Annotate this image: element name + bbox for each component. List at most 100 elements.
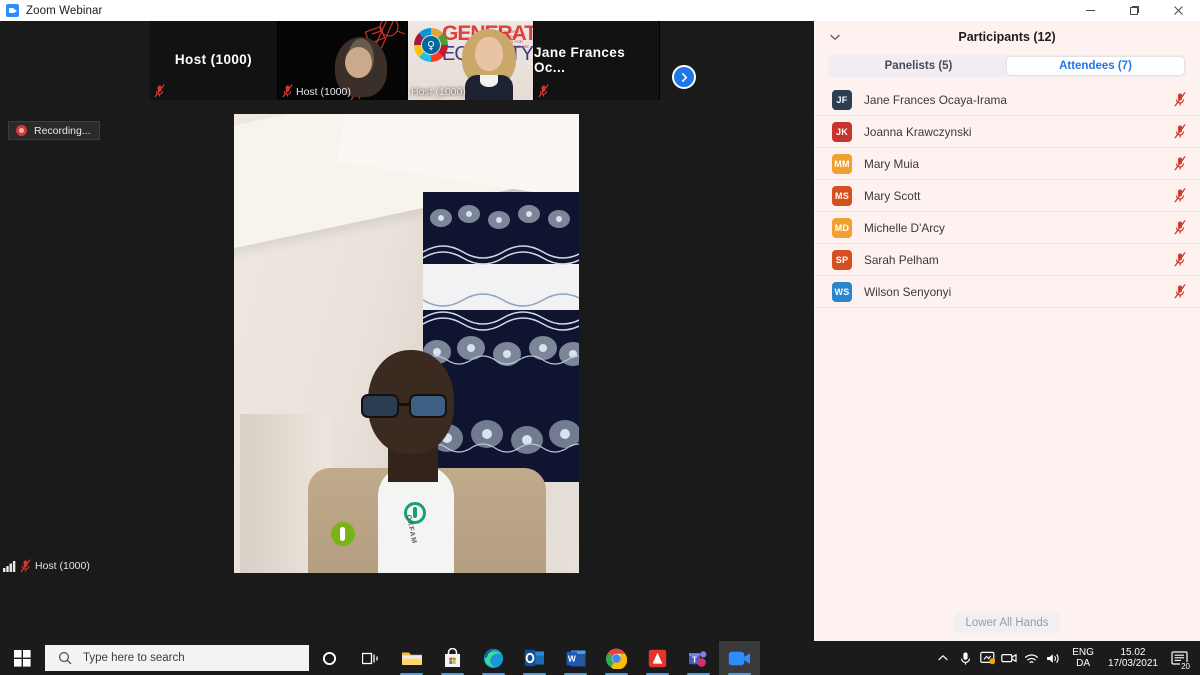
active-speaker-video[interactable]: OXFAM xyxy=(234,114,579,573)
taskbar-app-microsoft-edge[interactable] xyxy=(473,641,514,675)
adobe-acrobat-icon xyxy=(648,649,667,667)
search-input[interactable]: Type here to search xyxy=(45,645,309,671)
tile-name: Jane Frances Oc... xyxy=(534,44,626,75)
participants-panel-header: Participants (12) xyxy=(814,21,1200,52)
search-icon xyxy=(59,652,72,665)
language-indicator[interactable]: ENG DA xyxy=(1064,647,1102,669)
participant-filmstrip: Host (1000) Host (1000) REALIZING FOR FU… xyxy=(150,21,660,100)
volume-icon xyxy=(1046,653,1059,663)
participant-row[interactable]: MD Michelle D'Arcy xyxy=(814,212,1200,244)
filmstrip-tile[interactable]: Host (1000) xyxy=(278,21,408,100)
microsoft-teams-icon: T xyxy=(689,650,707,667)
participant-name: Michelle D'Arcy xyxy=(864,220,945,235)
participant-row[interactable]: WS Wilson Senyonyi xyxy=(814,276,1200,308)
window-title: Zoom Webinar xyxy=(26,4,103,17)
taskbar-app-adobe-acrobat[interactable] xyxy=(637,641,678,675)
clock[interactable]: 15.02 17/03/2021 xyxy=(1102,647,1164,669)
start-button[interactable] xyxy=(0,641,45,675)
tray-microphone-icon[interactable] xyxy=(954,641,976,675)
mic-off-icon[interactable] xyxy=(1174,188,1186,203)
avatar: JF xyxy=(832,89,852,110)
tray-volume-icon[interactable] xyxy=(1042,641,1064,675)
participant-row[interactable]: JK Joanna Krawczynski xyxy=(814,116,1200,148)
lower-all-hands-button[interactable]: Lower All Hands xyxy=(954,613,1060,633)
taskbar-app-word[interactable]: W xyxy=(555,641,596,675)
filmstrip-tile[interactable]: Host (1000) xyxy=(150,21,278,100)
tab-attendees[interactable]: Attendees (7) xyxy=(1007,57,1184,75)
taskbar-app-zoom[interactable] xyxy=(719,641,760,675)
participant-row[interactable]: MM Mary Muia xyxy=(814,148,1200,180)
participants-panel: Participants (12) Panelists (5) Attendee… xyxy=(814,21,1200,641)
tray-wifi-icon[interactable] xyxy=(1020,641,1042,675)
task-view-icon xyxy=(362,652,378,664)
tab-panelists[interactable]: Panelists (5) xyxy=(830,57,1007,75)
participant-row[interactable]: MS Mary Scott xyxy=(814,180,1200,212)
zoom-icon xyxy=(6,4,19,17)
participant-row[interactable]: SP Sarah Pelham xyxy=(814,244,1200,276)
wifi-icon xyxy=(1024,653,1038,663)
clock-time: 15.02 xyxy=(1120,647,1146,658)
taskbar-app-file-explorer[interactable] xyxy=(391,641,432,675)
restore-button[interactable] xyxy=(1112,0,1156,21)
mic-off-icon[interactable] xyxy=(1174,252,1186,267)
taskbar-app-microsoft-store[interactable] xyxy=(432,641,473,675)
recording-label: Recording... xyxy=(34,124,91,137)
participant-name: Jane Frances Ocaya-Irama xyxy=(864,92,1007,107)
mic-off-icon xyxy=(20,558,31,572)
show-hidden-icons-button[interactable] xyxy=(932,641,954,675)
mic-off-icon[interactable] xyxy=(1174,124,1186,139)
self-name-label: Host (1000) xyxy=(35,559,90,572)
taskbar-app-microsoft-teams[interactable]: T xyxy=(678,641,719,675)
mic-off-icon[interactable] xyxy=(1174,156,1186,171)
participants-panel-footer: Lower All Hands xyxy=(814,605,1200,641)
chevron-down-icon[interactable] xyxy=(828,30,842,44)
participant-row[interactable]: JF Jane Frances Ocaya-Irama xyxy=(814,84,1200,116)
chrome-icon xyxy=(606,648,627,669)
close-button[interactable] xyxy=(1156,0,1200,21)
tray-camera-icon[interactable] xyxy=(998,641,1020,675)
mic-off-icon xyxy=(282,84,293,98)
avatar: SP xyxy=(832,249,852,270)
tray-screen-share-icon[interactable] xyxy=(976,641,998,675)
filmstrip-next-button[interactable] xyxy=(672,65,696,89)
tile-name: Host (1000) xyxy=(296,86,351,98)
recording-indicator[interactable]: Recording... xyxy=(8,121,100,140)
participants-title: Participants (12) xyxy=(958,29,1056,44)
notification-count: 20 xyxy=(1180,662,1191,671)
mic-off-icon[interactable] xyxy=(1174,92,1186,107)
minimize-button[interactable] xyxy=(1068,0,1112,21)
meeting-stage: Host (1000) Host (1000) REALIZING FOR FU… xyxy=(0,21,814,641)
mic-off-icon[interactable] xyxy=(1174,220,1186,235)
microsoft-edge-icon xyxy=(483,648,504,668)
zoom-icon xyxy=(728,651,750,665)
outlook-icon xyxy=(524,649,544,667)
windows-taskbar: Type here to search W T ENG DA 15.02 17/… xyxy=(0,641,1200,675)
action-center-button[interactable]: 20 xyxy=(1164,641,1194,675)
sdg-wheel-icon: ♀ xyxy=(414,28,448,62)
task-view-button[interactable] xyxy=(350,641,391,675)
participants-list: JF Jane Frances Ocaya-Irama JK Joanna Kr… xyxy=(814,84,1200,308)
cortana-button[interactable] xyxy=(309,641,350,675)
chevron-right-icon xyxy=(681,72,687,82)
mic-off-icon xyxy=(538,84,549,98)
mic-off-icon xyxy=(154,84,165,98)
taskbar-app-chrome[interactable] xyxy=(596,641,637,675)
taskbar-app-outlook[interactable] xyxy=(514,641,555,675)
microsoft-store-icon xyxy=(445,648,460,667)
avatar: WS xyxy=(832,281,852,302)
filmstrip-tile[interactable]: Jane Frances Oc... xyxy=(534,21,660,100)
chevron-up-icon xyxy=(938,655,948,661)
cortana-circle-icon xyxy=(322,651,337,665)
mic-off-icon[interactable] xyxy=(1174,284,1186,299)
clock-date: 17/03/2021 xyxy=(1107,658,1158,669)
svg-text:♀: ♀ xyxy=(427,39,435,52)
signal-bars-icon xyxy=(3,560,16,572)
window-controls xyxy=(1068,0,1200,21)
system-tray: ENG DA 15.02 17/03/2021 20 xyxy=(932,641,1200,675)
tile-name: Host (1000) xyxy=(174,52,253,67)
svg-text:T: T xyxy=(692,654,698,664)
participant-name: Sarah Pelham xyxy=(864,252,939,267)
filmstrip-tile[interactable]: GENERATION EQUALITY REALIZINGWOMEN'SRIGH… xyxy=(408,21,534,100)
screen-share-icon xyxy=(979,651,995,665)
ribbon-badge-icon xyxy=(331,522,355,546)
